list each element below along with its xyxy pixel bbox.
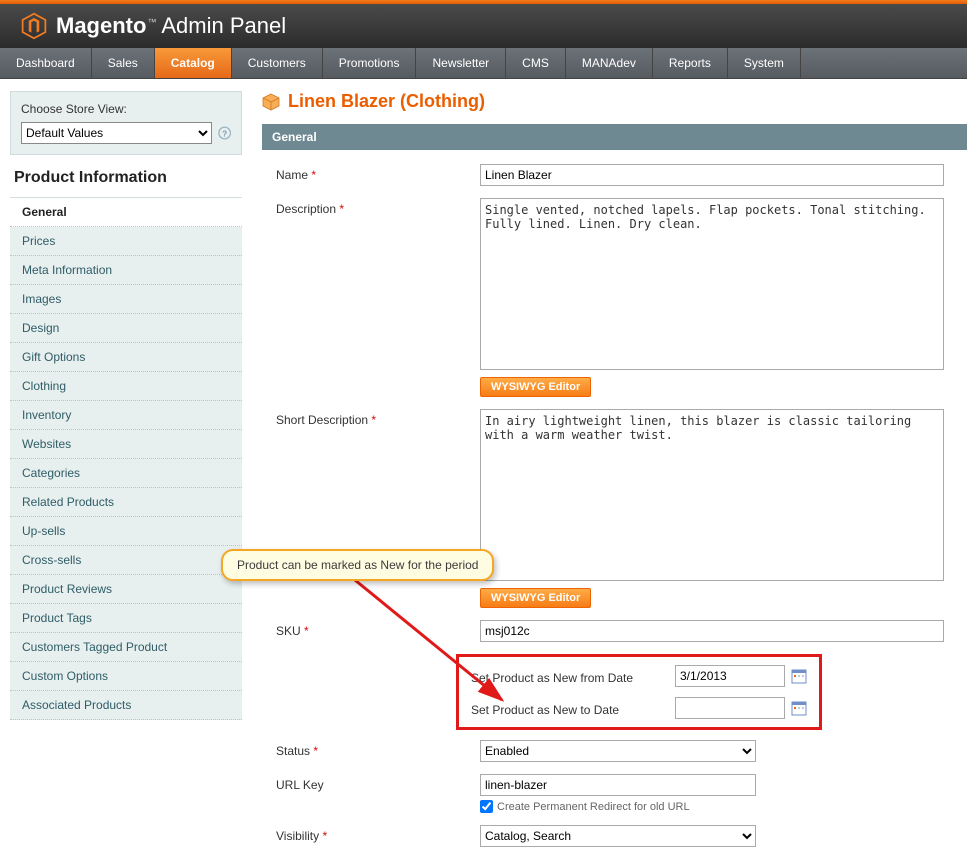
short-description-textarea[interactable]: In airy lightweight linen, this blazer i… xyxy=(480,409,944,581)
field-label-sku: SKU * xyxy=(276,620,480,638)
nav-manadev[interactable]: MANAdev xyxy=(566,48,653,78)
help-icon[interactable]: ? xyxy=(218,126,231,140)
sku-input[interactable] xyxy=(480,620,944,642)
store-view-label: Choose Store View: xyxy=(21,102,231,116)
logo: Magento™ Admin Panel xyxy=(20,12,286,40)
svg-text:?: ? xyxy=(222,128,227,138)
sidebar-item-related-products[interactable]: Related Products xyxy=(10,488,242,517)
annotation-callout: Product can be marked as New for the per… xyxy=(221,549,494,581)
sidebar-item-up-sells[interactable]: Up-sells xyxy=(10,517,242,546)
nav-newsletter[interactable]: Newsletter xyxy=(416,48,506,78)
nav-cms[interactable]: CMS xyxy=(506,48,566,78)
nav-promotions[interactable]: Promotions xyxy=(323,48,417,78)
field-label-short-description: Short Description * xyxy=(276,409,480,427)
name-input[interactable] xyxy=(480,164,944,186)
url-key-input[interactable] xyxy=(480,774,756,796)
field-label-visibility: Visibility * xyxy=(276,825,480,843)
nav-system[interactable]: System xyxy=(728,48,801,78)
field-label-status: Status * xyxy=(276,740,480,758)
sidebar-item-product-tags[interactable]: Product Tags xyxy=(10,604,242,633)
logo-text: Magento™ Admin Panel xyxy=(56,13,286,39)
store-view-switcher: Choose Store View: Default Values ? xyxy=(10,91,242,155)
sidebar-item-images[interactable]: Images xyxy=(10,285,242,314)
field-label-new-from: Set Product as New from Date xyxy=(471,667,675,685)
field-label-description: Description * xyxy=(276,198,480,216)
create-redirect-checkbox[interactable] xyxy=(480,800,493,813)
sidebar-item-cross-sells[interactable]: Cross-sells xyxy=(10,546,242,575)
nav-sales[interactable]: Sales xyxy=(92,48,155,78)
nav-customers[interactable]: Customers xyxy=(232,48,323,78)
store-view-select[interactable]: Default Values xyxy=(21,122,212,144)
sidebar-item-associated-products[interactable]: Associated Products xyxy=(10,691,242,720)
product-info-tabs: GeneralPricesMeta InformationImagesDesig… xyxy=(10,197,242,720)
main-nav: DashboardSalesCatalogCustomersPromotions… xyxy=(0,48,967,79)
sidebar-item-meta-information[interactable]: Meta Information xyxy=(10,256,242,285)
nav-catalog[interactable]: Catalog xyxy=(155,48,232,78)
visibility-select[interactable]: Catalog, Search xyxy=(480,825,756,847)
wysiwyg-editor-button[interactable]: WYSIWYG Editor xyxy=(480,377,591,397)
panel-heading-general: General xyxy=(262,124,967,150)
sidebar-item-clothing[interactable]: Clothing xyxy=(10,372,242,401)
sidebar-item-categories[interactable]: Categories xyxy=(10,459,242,488)
sidebar-item-websites[interactable]: Websites xyxy=(10,430,242,459)
calendar-icon[interactable] xyxy=(791,700,807,716)
section-title: Product Information xyxy=(14,169,242,187)
wysiwyg-editor-button[interactable]: WYSIWYG Editor xyxy=(480,588,591,608)
status-select[interactable]: Enabled xyxy=(480,740,756,762)
description-textarea[interactable]: Single vented, notched lapels. Flap pock… xyxy=(480,198,944,370)
new-from-date-input[interactable] xyxy=(675,665,785,687)
header: Magento™ Admin Panel xyxy=(0,4,967,48)
field-label-url-key: URL Key xyxy=(276,774,480,792)
new-date-highlight-box: Set Product as New from Date Set Product… xyxy=(456,654,822,730)
sidebar-item-design[interactable]: Design xyxy=(10,314,242,343)
magento-logo-icon xyxy=(20,12,48,40)
sidebar-item-product-reviews[interactable]: Product Reviews xyxy=(10,575,242,604)
field-label-name: Name * xyxy=(276,164,480,182)
sidebar-item-custom-options[interactable]: Custom Options xyxy=(10,662,242,691)
package-icon xyxy=(262,93,280,111)
sidebar-item-customers-tagged-product[interactable]: Customers Tagged Product xyxy=(10,633,242,662)
create-redirect-label: Create Permanent Redirect for old URL xyxy=(497,801,690,813)
field-label-new-to: Set Product as New to Date xyxy=(471,699,675,717)
nav-reports[interactable]: Reports xyxy=(653,48,728,78)
sidebar-item-gift-options[interactable]: Gift Options xyxy=(10,343,242,372)
sidebar-item-prices[interactable]: Prices xyxy=(10,227,242,256)
calendar-icon[interactable] xyxy=(791,668,807,684)
page-title: Linen Blazer (Clothing) xyxy=(262,91,967,112)
sidebar-item-inventory[interactable]: Inventory xyxy=(10,401,242,430)
nav-dashboard[interactable]: Dashboard xyxy=(0,48,92,78)
new-to-date-input[interactable] xyxy=(675,697,785,719)
sidebar-item-general[interactable]: General xyxy=(10,198,242,227)
